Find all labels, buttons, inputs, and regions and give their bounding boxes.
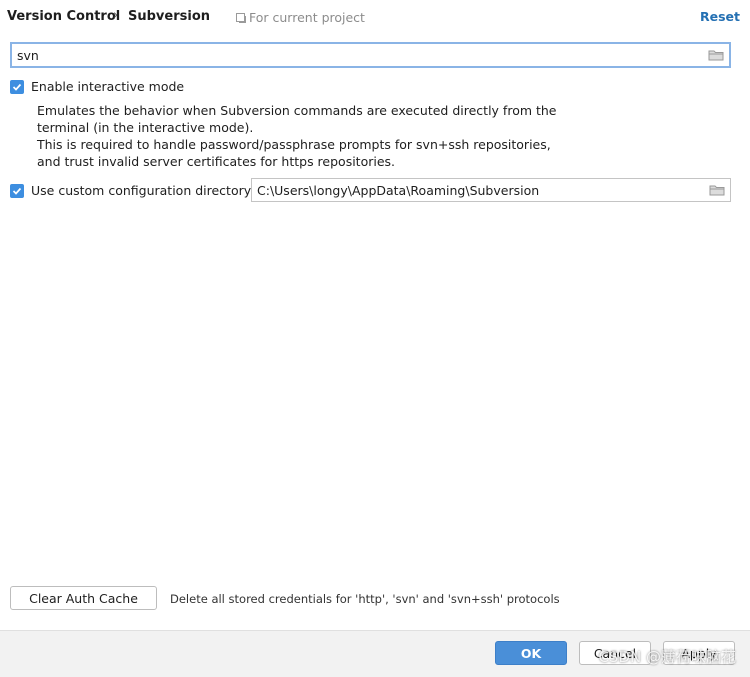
folder-icon[interactable] xyxy=(708,49,724,61)
checkmark-icon xyxy=(12,187,22,195)
interactive-mode-label[interactable]: Enable interactive mode xyxy=(31,79,184,94)
description-line: Emulates the behavior when Subversion co… xyxy=(37,103,557,118)
interactive-mode-checkbox[interactable] xyxy=(10,79,24,94)
breadcrumb-subversion: Subversion xyxy=(128,9,211,24)
description-line: terminal (in the interactive mode). xyxy=(37,120,254,135)
cancel-button[interactable]: Cancel xyxy=(579,641,651,665)
settings-header: Version Control › Subversion For current… xyxy=(0,0,750,36)
clear-auth-cache-button[interactable]: Clear Auth Cache xyxy=(10,586,157,610)
apply-button[interactable]: Apply xyxy=(663,641,735,665)
folder-icon[interactable] xyxy=(709,184,725,196)
config-dir-row[interactable]: Use custom configuration directory: xyxy=(10,183,254,198)
breadcrumb-version-control[interactable]: Version Control xyxy=(7,9,120,24)
search-input-value[interactable]: svn xyxy=(17,48,708,63)
search-input[interactable]: svn xyxy=(10,42,731,68)
scope-indicator: For current project xyxy=(236,10,365,25)
reset-link[interactable]: Reset xyxy=(700,9,740,24)
interactive-mode-description: Emulates the behavior when Subversion co… xyxy=(37,102,557,170)
checkmark-icon xyxy=(12,83,22,91)
chevron-right-icon: › xyxy=(113,8,119,23)
description-line: This is required to handle password/pass… xyxy=(37,137,551,152)
clear-auth-cache-note: Delete all stored credentials for 'http'… xyxy=(170,592,560,606)
scope-icon xyxy=(236,13,246,23)
config-dir-label[interactable]: Use custom configuration directory: xyxy=(31,183,254,198)
config-dir-checkbox[interactable] xyxy=(10,183,24,198)
config-dir-field[interactable]: C:\Users\longy\AppData\Roaming\Subversio… xyxy=(251,178,731,202)
ok-button[interactable]: OK xyxy=(495,641,567,665)
scope-label: For current project xyxy=(249,10,365,25)
description-line: and trust invalid server certificates fo… xyxy=(37,154,396,169)
interactive-mode-row[interactable]: Enable interactive mode xyxy=(10,79,184,94)
config-dir-value[interactable]: C:\Users\longy\AppData\Roaming\Subversio… xyxy=(257,183,709,198)
